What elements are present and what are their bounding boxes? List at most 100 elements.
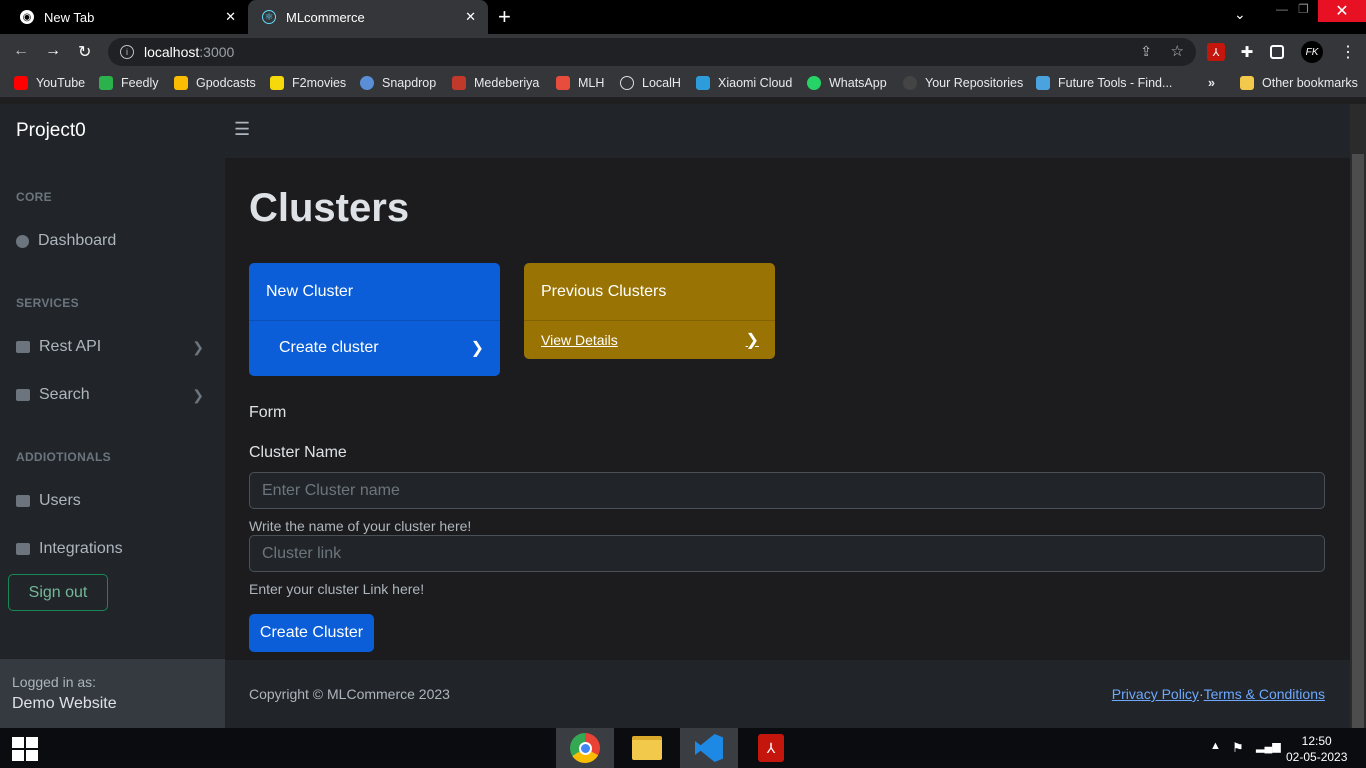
scrollbar-thumb[interactable]: [1352, 154, 1364, 728]
logged-in-user: Demo Website: [12, 695, 117, 712]
future-tools-icon: [1036, 76, 1050, 90]
chevron-right-icon: ❯: [470, 340, 484, 357]
tab-mlcommerce[interactable]: ⚛ MLcommerce ✕: [248, 0, 488, 34]
share-icon[interactable]: ⇪: [1140, 43, 1152, 60]
address-host: localhost: [144, 44, 200, 60]
cluster-link-help: Enter your cluster Link here!: [249, 581, 425, 597]
close-tab-icon[interactable]: ✕: [465, 9, 476, 25]
sidebar-item-users[interactable]: Users: [16, 489, 210, 513]
view-details-link[interactable]: View Details ❯: [524, 320, 775, 358]
bookmark-label: Medeberiya: [474, 76, 540, 90]
sidebar-footer: Logged in as: Demo Website: [0, 659, 225, 728]
medeberiya-icon: [452, 76, 466, 90]
extensions-icon[interactable]: ✚: [1238, 43, 1256, 61]
bookmark-feedly[interactable]: Feedly: [99, 76, 159, 90]
privacy-policy-link[interactable]: Privacy Policy: [1112, 686, 1199, 702]
taskbar-vscode[interactable]: [680, 728, 738, 768]
sign-out-button[interactable]: Sign out: [8, 574, 108, 611]
bookmark-star-icon[interactable]: ☆: [1171, 42, 1184, 60]
chart-area-icon: [16, 495, 30, 507]
bookmark-label: LocalH: [642, 76, 681, 90]
bookmark-f2movies[interactable]: F2movies: [270, 76, 346, 90]
menu-kebab-icon[interactable]: ⋮: [1340, 42, 1356, 62]
sidebar-heading-core: CORE: [16, 190, 52, 204]
previous-clusters-card: Previous Clusters View Details ❯: [524, 263, 775, 359]
tab-search-icon[interactable]: ⌄: [1234, 6, 1246, 28]
chevron-right-icon: ❯: [745, 331, 759, 349]
columns-icon: [16, 341, 30, 353]
card-title: New Cluster: [266, 283, 354, 300]
clock-time: 12:50: [1301, 734, 1332, 748]
minimize-icon[interactable]: —: [1276, 2, 1288, 24]
sidebar-heading-additionals: ADDIOTIONALS: [16, 450, 111, 464]
brand-logo[interactable]: Project0: [16, 120, 86, 142]
reload-icon[interactable]: ↻: [78, 42, 91, 62]
bookmark-gpodcasts[interactable]: Gpodcasts: [174, 76, 256, 90]
bookmark-snapdrop[interactable]: Snapdrop: [360, 76, 436, 90]
profile-avatar[interactable]: FK: [1301, 41, 1323, 63]
tab-new-tab[interactable]: ◉ New Tab ✕: [0, 0, 248, 34]
create-cluster-button[interactable]: Create Cluster: [249, 614, 374, 652]
bookmark-whatsapp[interactable]: WhatsApp: [807, 76, 887, 90]
taskbar-clock[interactable]: 12:50 02-05-2023: [1286, 733, 1347, 765]
sidebar-item-label: Dashboard: [38, 232, 117, 249]
bookmarks-bar: YouTube Feedly Gpodcasts F2movies Snapdr…: [0, 70, 1366, 98]
bookmark-label: Snapdrop: [382, 76, 437, 90]
close-tab-icon[interactable]: ✕: [225, 9, 236, 25]
terms-link[interactable]: Terms & Conditions: [1204, 686, 1325, 702]
bookmarks-overflow-button[interactable]: »: [1208, 76, 1215, 90]
browser-toolbar: ← → ↻ i localhost:3000 ⇪ ☆ ⅄ ✚ FK ⋮: [0, 34, 1366, 70]
xiaomi-cloud-icon: [696, 76, 710, 90]
taskbar-file-explorer[interactable]: [618, 728, 676, 768]
forward-icon[interactable]: →: [45, 42, 61, 60]
create-cluster-link[interactable]: Create cluster ❯: [249, 320, 500, 375]
bookmark-medeberiya[interactable]: Medeberiya: [452, 76, 539, 90]
bookmark-label: Future Tools - Find...: [1058, 76, 1173, 90]
back-icon[interactable]: ←: [13, 42, 29, 60]
top-navbar: ☰: [225, 104, 1350, 158]
sidebar-item-search[interactable]: Search ❯: [16, 383, 210, 407]
sidebar-heading-services: SERVICES: [16, 296, 79, 310]
sidebar-item-label: Users: [39, 492, 81, 509]
cluster-name-input[interactable]: [249, 472, 1325, 509]
sidebar-item-integrations[interactable]: Integrations: [16, 537, 210, 561]
windows-start-icon[interactable]: [12, 737, 38, 761]
network-icon[interactable]: ▂▄▆: [1256, 740, 1281, 753]
sidebar-item-dashboard[interactable]: Dashboard: [16, 229, 210, 253]
bookmark-label: YouTube: [36, 76, 86, 90]
window-close-button[interactable]: ✕: [1318, 0, 1366, 22]
bookmark-label: Other bookmarks: [1262, 76, 1358, 90]
site-info-icon[interactable]: i: [120, 45, 134, 59]
logged-in-label: Logged in as:: [12, 674, 97, 690]
cluster-link-input[interactable]: [249, 535, 1325, 572]
page-footer: Copyright © MLCommerce 2023 Privacy Poli…: [225, 660, 1350, 728]
tray-overflow-icon[interactable]: ▲: [1210, 740, 1221, 752]
f2movies-icon: [270, 76, 284, 90]
address-port: :3000: [199, 44, 235, 60]
whatsapp-icon: [807, 76, 821, 90]
flag-icon[interactable]: ⚑: [1232, 740, 1244, 756]
new-cluster-card: New Cluster Create cluster ❯: [249, 263, 500, 376]
bookmark-future-tools[interactable]: Future Tools - Find...: [1036, 76, 1172, 90]
acrobat-extension-icon[interactable]: ⅄: [1207, 43, 1225, 61]
side-panel-icon[interactable]: [1270, 45, 1284, 59]
sidebar-item-rest-api[interactable]: Rest API ❯: [16, 335, 210, 359]
folder-icon: [1240, 76, 1254, 90]
address-bar[interactable]: i localhost:3000 ⇪ ☆: [108, 38, 1196, 66]
bookmark-localh[interactable]: LocalH: [620, 76, 681, 90]
acrobat-icon: ⅄: [758, 734, 784, 762]
sidebar: Project0 CORE Dashboard SERVICES Rest AP…: [0, 104, 225, 728]
restore-icon[interactable]: ❐: [1298, 2, 1309, 24]
bookmark-youtube[interactable]: YouTube: [14, 76, 85, 90]
taskbar-acrobat[interactable]: ⅄: [742, 728, 800, 768]
bookmark-label: Xiaomi Cloud: [718, 76, 793, 90]
other-bookmarks-folder[interactable]: Other bookmarks: [1240, 76, 1358, 90]
bookmark-label: Gpodcasts: [196, 76, 256, 90]
taskbar-chrome[interactable]: [556, 728, 614, 768]
new-tab-button[interactable]: +: [498, 4, 511, 30]
bookmark-mlh[interactable]: MLH: [556, 76, 604, 90]
vscode-icon: [695, 734, 723, 762]
bookmark-your-repositories[interactable]: Your Repositories: [903, 76, 1023, 90]
bookmark-xiaomi-cloud[interactable]: Xiaomi Cloud: [696, 76, 792, 90]
sidebar-toggle-icon[interactable]: ☰: [234, 119, 250, 140]
